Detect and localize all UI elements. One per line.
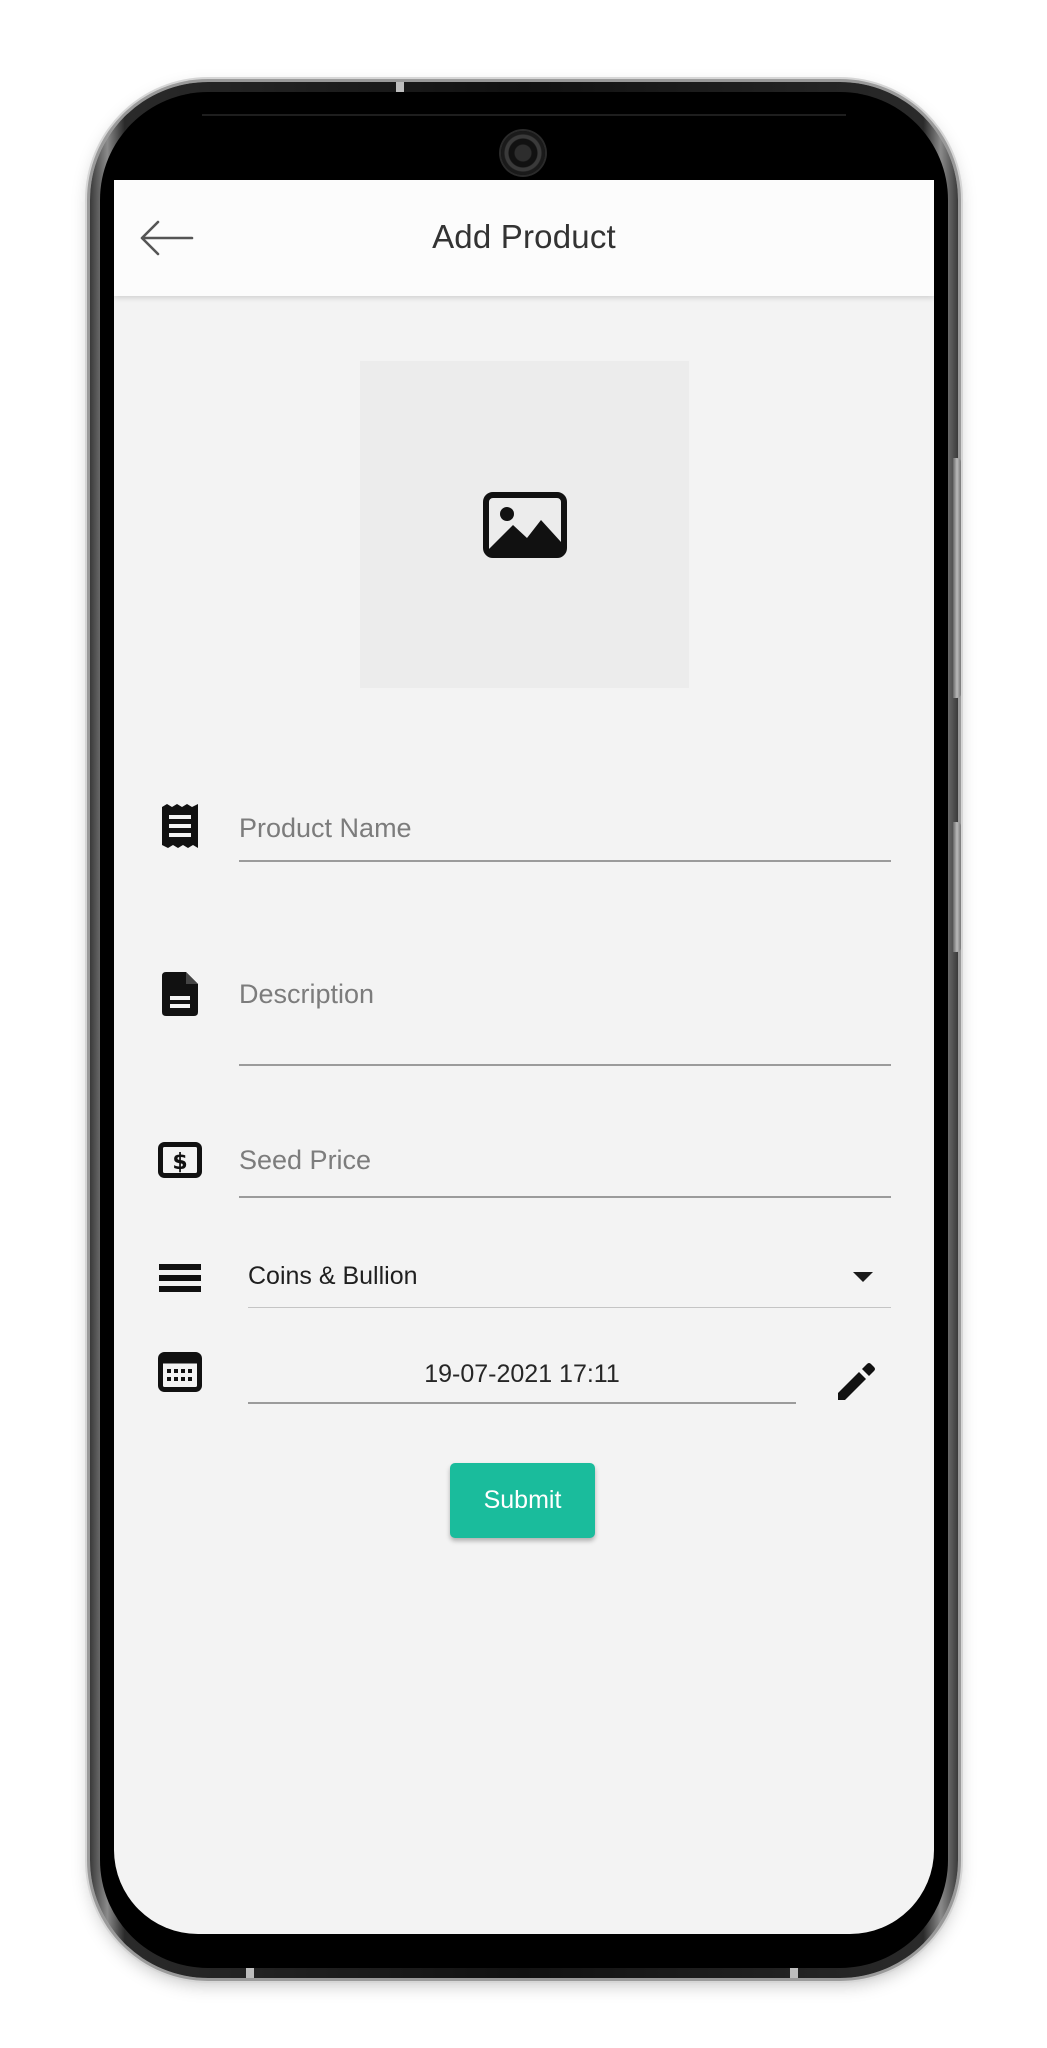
list-icon (156, 1254, 204, 1302)
field-underline (239, 1196, 891, 1198)
product-name-field[interactable] (239, 808, 891, 862)
volume-button (953, 458, 961, 698)
description-icon (156, 970, 204, 1018)
date-time-field[interactable]: 19-07-2021 17:11 (248, 1352, 796, 1404)
description-field[interactable] (239, 974, 891, 1066)
product-name-input[interactable] (239, 808, 891, 848)
seed-price-input[interactable] (239, 1140, 891, 1180)
seed-price-field[interactable] (239, 1140, 891, 1198)
front-camera (501, 131, 545, 175)
power-button (953, 822, 961, 952)
svg-text:$: $ (172, 1150, 187, 1175)
field-underline (239, 1064, 891, 1066)
date-underline (248, 1402, 796, 1404)
field-underline (239, 860, 891, 862)
category-dropdown[interactable]: Coins & Bullion (248, 1246, 891, 1308)
caret-down-icon (853, 1272, 873, 1282)
receipt-icon (156, 802, 204, 850)
edit-date-button[interactable] (832, 1358, 880, 1406)
money-icon: $ (156, 1136, 204, 1184)
dropdown-underline (248, 1307, 891, 1308)
app-bar: Add Product (114, 180, 934, 296)
page-title: Add Product (432, 218, 616, 255)
category-selected-value: Coins & Bullion (248, 1262, 418, 1290)
submit-button[interactable]: Submit (450, 1463, 595, 1538)
image-icon (482, 491, 567, 558)
calendar-icon (156, 1348, 204, 1396)
product-image-picker[interactable] (360, 361, 689, 688)
description-input[interactable] (239, 974, 891, 1014)
app-screen: Add Product Product Name Description $ S… (114, 180, 934, 1934)
earpiece-line (202, 114, 846, 116)
pencil-icon (838, 1363, 875, 1400)
date-time-value: 19-07-2021 17:11 (424, 1360, 620, 1388)
